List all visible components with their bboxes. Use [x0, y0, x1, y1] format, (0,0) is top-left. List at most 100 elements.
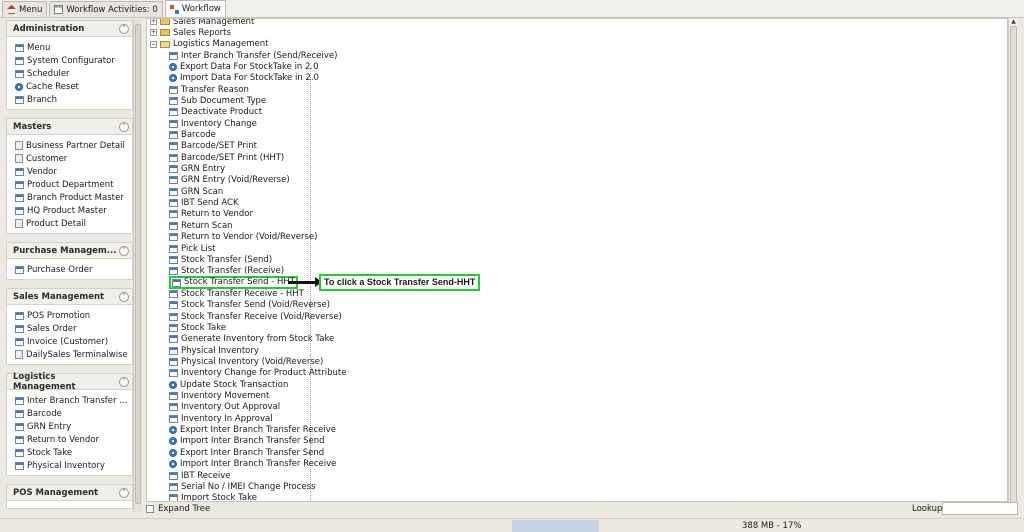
- tree-item[interactable]: Inventory In Approval: [169, 413, 273, 424]
- tree-item[interactable]: Return to Vendor (Void/Reverse): [169, 232, 317, 243]
- sidebar-item[interactable]: Vendor: [15, 165, 132, 178]
- tree-item-label: Stock Transfer (Send): [181, 254, 273, 265]
- expand-node-icon[interactable]: +: [150, 29, 157, 37]
- tree-item[interactable]: Inventory Out Approval: [169, 402, 280, 413]
- sidebar-item[interactable]: DailySales Terminalwise: [15, 348, 132, 361]
- sidebar-item[interactable]: Customer: [15, 152, 132, 165]
- tree-item[interactable]: Import Inter Branch Transfer Receive: [169, 459, 336, 470]
- tree-item-label: Serial No / IMEI Change Process: [181, 481, 316, 492]
- tree-item[interactable]: Barcode/SET Print (HHT): [169, 152, 284, 163]
- tree-item[interactable]: Import Stock Take: [169, 493, 257, 501]
- sidebar-item[interactable]: Inter Branch Transfer ...: [15, 394, 132, 407]
- collapse-chevron-icon[interactable]: ˄: [119, 23, 129, 34]
- sidebar-item[interactable]: Return to Vendor: [15, 433, 132, 446]
- tree-item-label: Transfer Reason: [181, 84, 249, 95]
- sidebar-panel-header[interactable]: POS Management ˄: [7, 485, 132, 501]
- tree-item[interactable]: Barcode/SET Print: [169, 141, 257, 152]
- sidebar-item-label: Invoice (Customer): [27, 336, 109, 347]
- tree-item[interactable]: Stock Transfer Send - HHT: [169, 276, 298, 290]
- tree-item[interactable]: Inventory Change for Product Attribute: [169, 368, 346, 379]
- tree-item[interactable]: Export Inter Branch Transfer Send: [169, 447, 324, 458]
- sidebar-item[interactable]: POS Promotion: [15, 309, 132, 322]
- tree-item[interactable]: Stock Transfer Send (Void/Reverse): [169, 300, 330, 311]
- menu-tree: + Sales Management + Sales Reports − Logistic…: [146, 18, 1008, 502]
- tree-scrollbar[interactable]: ▲ ▼: [1008, 18, 1018, 514]
- tree-item[interactable]: Return to Vendor: [169, 209, 253, 220]
- tree-item[interactable]: Inter Branch Transfer (Send/Receive): [169, 50, 337, 61]
- collapse-chevron-icon[interactable]: ˄: [119, 376, 129, 387]
- collapse-chevron-icon[interactable]: ˄: [119, 487, 129, 498]
- tree-folder[interactable]: + Sales Management: [150, 19, 254, 27]
- form-icon: [15, 206, 24, 215]
- tab-workflow-activities[interactable]: Workflow Activities: 0: [49, 1, 163, 17]
- tree-item[interactable]: Generate Inventory from Stock Take: [169, 334, 334, 345]
- tree-item-label: Export Data For StockTake in 2.0: [180, 61, 319, 72]
- expand-tree-checkbox[interactable]: [146, 505, 154, 513]
- tree-item[interactable]: Import Inter Branch Transfer Send: [169, 436, 325, 447]
- collapse-chevron-icon[interactable]: ˄: [119, 291, 129, 302]
- tree-folder[interactable]: − Logistics Management: [150, 39, 268, 50]
- tree-item[interactable]: Import Data For StockTake in 2.0: [169, 73, 319, 84]
- tree-item[interactable]: Return Scan: [169, 220, 233, 231]
- tab-menu[interactable]: Menu: [2, 1, 48, 17]
- sidebar-item[interactable]: Menu: [15, 41, 132, 54]
- sidebar-item[interactable]: Purchase Order: [15, 263, 132, 276]
- tree-item[interactable]: Update Stock Transaction: [169, 379, 288, 390]
- tree-item[interactable]: Stock Transfer (Send): [169, 254, 272, 265]
- sidebar-item[interactable]: Sales Order: [15, 322, 132, 335]
- tree-item[interactable]: Inventory Movement: [169, 391, 269, 402]
- tree-item[interactable]: Barcode: [169, 130, 216, 141]
- sidebar-panel-header[interactable]: Purchase Managem... ˄: [7, 243, 132, 259]
- sidebar-item[interactable]: Scheduler: [15, 67, 132, 80]
- tree-item[interactable]: IBT Receive: [169, 470, 231, 481]
- tree-item[interactable]: Transfer Reason: [169, 84, 249, 95]
- sidebar-item[interactable]: System Configurator: [15, 54, 132, 67]
- sidebar-panel-header[interactable]: Sales Management ˄: [7, 289, 132, 305]
- sidebar-panel-header[interactable]: Masters ˄: [7, 119, 132, 135]
- tree-item[interactable]: Physical Inventory: [169, 345, 259, 356]
- tree-item[interactable]: Pick List: [169, 243, 215, 254]
- tree-item[interactable]: GRN Scan: [169, 186, 223, 197]
- tree-item[interactable]: Stock Take: [169, 322, 226, 333]
- tree-item[interactable]: Export Inter Branch Transfer Receive: [169, 425, 336, 436]
- sidebar-panel-header[interactable]: Logistics Management ˄: [7, 372, 132, 392]
- tree-scroll-thumb[interactable]: [1010, 26, 1017, 506]
- tab-workflow[interactable]: Workflow: [164, 0, 226, 17]
- tree-item[interactable]: Physical Inventory (Void/Reverse): [169, 357, 323, 368]
- tree-item[interactable]: Export Data For StockTake in 2.0: [169, 61, 319, 72]
- sidebar-item[interactable]: Business Partner Detail: [15, 139, 132, 152]
- tree-item[interactable]: GRN Entry (Void/Reverse): [169, 175, 290, 186]
- tree-item[interactable]: Stock Transfer Receive - HHT: [169, 288, 304, 299]
- tree-item[interactable]: IBT Send ACK: [169, 198, 239, 209]
- sidebar-item[interactable]: Product Detail: [15, 217, 132, 230]
- scroll-up-arrow-icon[interactable]: ▲: [1009, 18, 1018, 26]
- sidebar-item[interactable]: Physical Inventory: [15, 459, 132, 472]
- sidebar-item[interactable]: Cache Reset: [15, 80, 132, 93]
- tree-folder[interactable]: + Sales Reports: [150, 27, 231, 38]
- sidebar-item[interactable]: Invoice (Customer): [15, 335, 132, 348]
- collapse-node-icon[interactable]: −: [150, 40, 157, 48]
- collapse-chevron-icon[interactable]: ˄: [119, 121, 129, 132]
- sidebar-item[interactable]: Product Department: [15, 178, 132, 191]
- sidebar-scroll-thumb[interactable]: [135, 24, 141, 504]
- tree-item[interactable]: Inventory Change: [169, 118, 257, 129]
- sidebar-item[interactable]: GRN Entry: [15, 420, 132, 433]
- sidebar-item[interactable]: Branch: [15, 93, 132, 106]
- tree-item[interactable]: Stock Transfer Receive (Void/Reverse): [169, 311, 342, 322]
- tree-item[interactable]: GRN Entry: [169, 164, 225, 175]
- tree-item-label: Import Inter Branch Transfer Receive: [180, 459, 337, 470]
- tree-item[interactable]: Serial No / IMEI Change Process: [169, 481, 316, 492]
- tree-item[interactable]: Sub Document Type: [169, 95, 266, 106]
- tree-item[interactable]: Stock Transfer (Receive): [169, 266, 284, 277]
- form-icon: [169, 471, 178, 480]
- expand-node-icon[interactable]: +: [150, 19, 157, 25]
- collapse-chevron-icon[interactable]: ˄: [119, 245, 129, 256]
- sidebar-scrollbar[interactable]: [133, 20, 142, 512]
- sidebar-item[interactable]: Barcode: [15, 407, 132, 420]
- sidebar-item[interactable]: Branch Product Master: [15, 191, 132, 204]
- sidebar-item[interactable]: Stock Take: [15, 446, 132, 459]
- sidebar-item[interactable]: HQ Product Master: [15, 204, 132, 217]
- sidebar-panel-header[interactable]: Administration ˄: [7, 21, 132, 37]
- lookup-input[interactable]: [942, 502, 1018, 515]
- tree-item[interactable]: Deactivate Product: [169, 107, 262, 118]
